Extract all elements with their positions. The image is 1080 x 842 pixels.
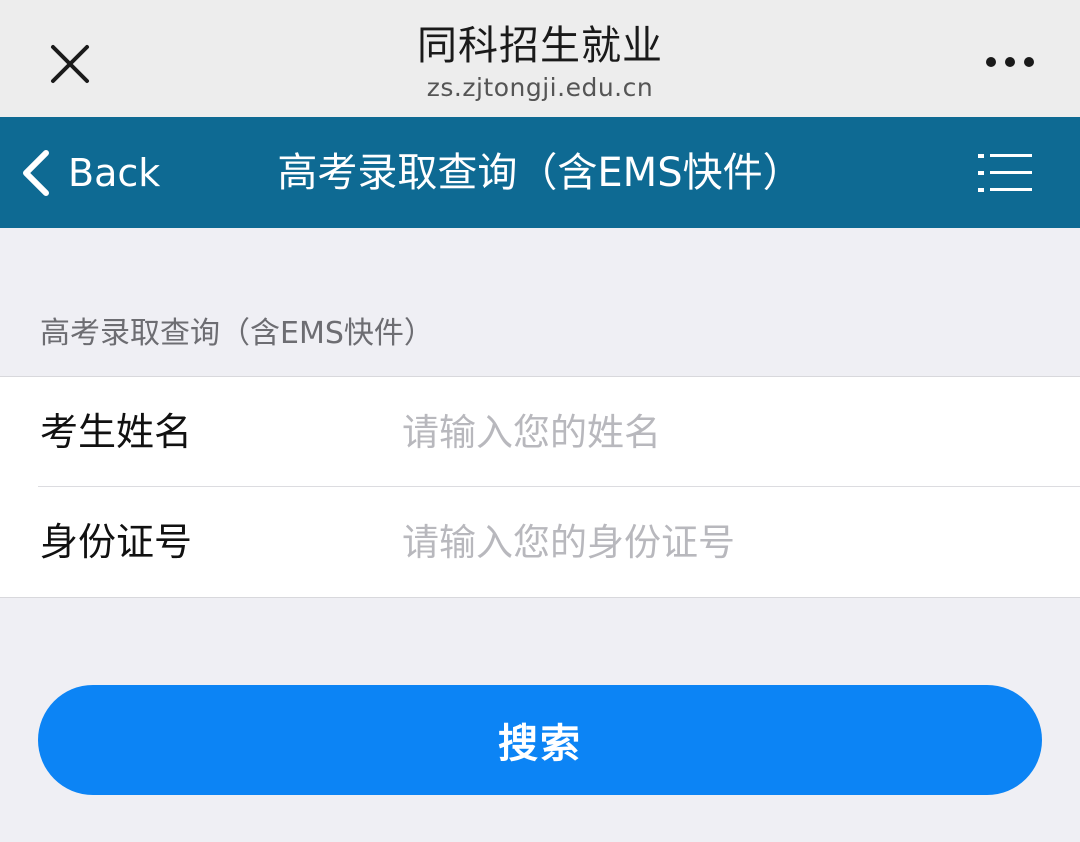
list-menu-icon[interactable]: [978, 152, 1032, 194]
name-row: 考生姓名: [0, 377, 1080, 487]
site-title: 同科招生就业: [417, 23, 663, 69]
id-number-row: 身份证号: [0, 487, 1080, 597]
id-number-label: 身份证号: [40, 520, 193, 564]
back-button[interactable]: Back: [18, 145, 160, 201]
back-label: Back: [68, 151, 161, 195]
more-dot: [1005, 57, 1015, 67]
more-dot: [986, 57, 996, 67]
name-input[interactable]: [402, 405, 1042, 459]
name-label: 考生姓名: [40, 410, 193, 454]
search-button[interactable]: 搜索: [38, 685, 1042, 795]
id-number-input[interactable]: [402, 515, 1042, 569]
form-section-label: 高考录取查询（含EMS快件）: [40, 316, 434, 351]
app-navbar: Back 高考录取查询（含EMS快件）: [0, 117, 1080, 228]
page-title: 高考录取查询（含EMS快件）: [277, 150, 803, 196]
browser-header: 同科招生就业 zs.zjtongji.edu.cn: [0, 0, 1080, 117]
more-icon[interactable]: [986, 52, 1034, 72]
query-form: 考生姓名 身份证号: [0, 376, 1080, 598]
chevron-left-icon: [23, 150, 49, 196]
more-dot: [1024, 57, 1034, 67]
site-url: zs.zjtongji.edu.cn: [426, 73, 654, 102]
